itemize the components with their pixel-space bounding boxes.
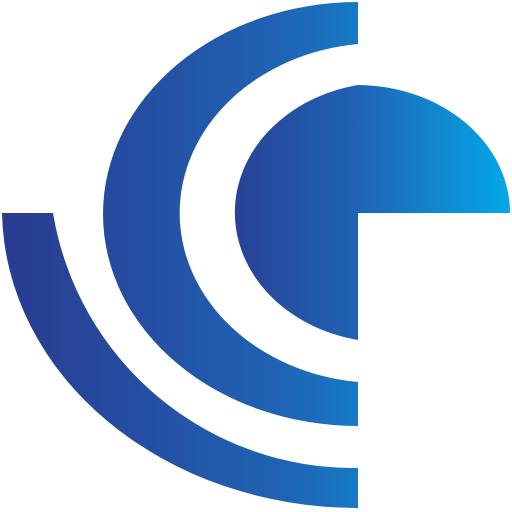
inner-blob-shape <box>234 85 510 340</box>
logo-canvas <box>0 0 512 512</box>
abstract-c-arc-logo-icon <box>2 2 510 509</box>
